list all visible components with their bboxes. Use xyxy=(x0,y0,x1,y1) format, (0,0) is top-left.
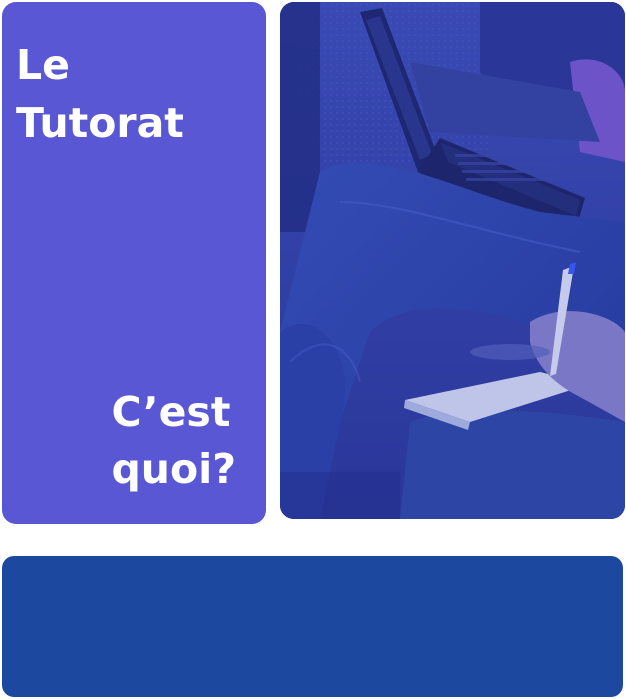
title-panel: Le Tutorat C’est quoi? xyxy=(2,2,266,524)
slide-canvas: Le Tutorat C’est quoi? xyxy=(0,0,626,699)
title-line-2: Tutorat xyxy=(16,99,184,147)
page-subtitle: C’est quoi? xyxy=(111,384,236,498)
footer-bar xyxy=(2,556,623,697)
subtitle-line-2: quoi? xyxy=(111,445,236,493)
subtitle-line-1: C’est xyxy=(111,388,231,436)
page-title: Le Tutorat xyxy=(16,36,184,152)
title-line-1: Le xyxy=(16,41,70,89)
students-photo-illustration xyxy=(280,2,625,519)
students-photo xyxy=(280,2,625,519)
